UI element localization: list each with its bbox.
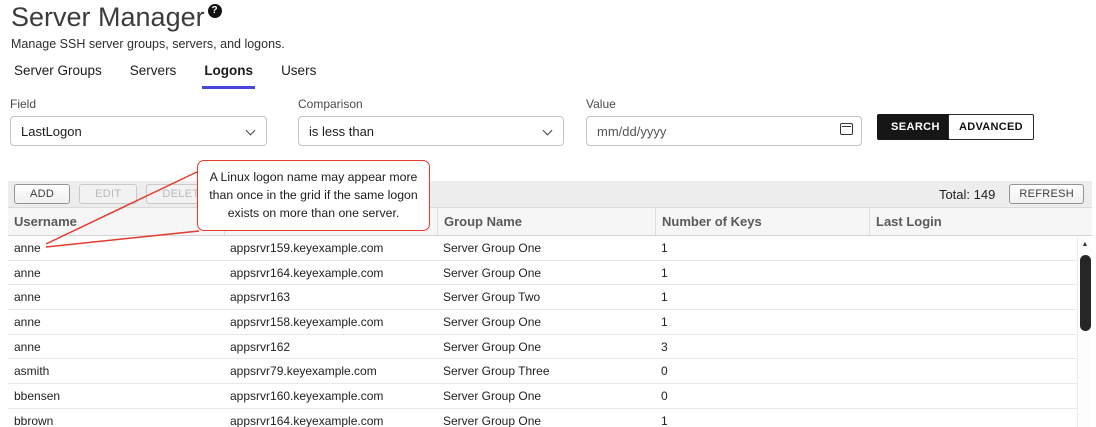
cell-server-name: appsrvr162 bbox=[224, 340, 437, 354]
advanced-button[interactable]: ADVANCED bbox=[948, 114, 1034, 140]
cell-number-of-keys: 1 bbox=[655, 266, 869, 280]
edit-button[interactable]: EDIT bbox=[79, 184, 137, 204]
calendar-icon[interactable] bbox=[840, 123, 853, 135]
comparison-label: Comparison bbox=[298, 97, 564, 111]
cell-group-name: Server Group One bbox=[437, 266, 655, 280]
value-label: Value bbox=[586, 97, 862, 111]
server-manager-page: Server Manager? Manage SSH server groups… bbox=[0, 0, 1096, 427]
table-row[interactable]: anne appsrvr158.keyexample.com Server Gr… bbox=[8, 310, 1092, 335]
table-row[interactable]: bbrown appsrvr164.keyexample.com Server … bbox=[8, 409, 1092, 427]
field-select[interactable]: LastLogon bbox=[10, 116, 267, 146]
annotation-callout-text: A Linux logon name may appear more than … bbox=[209, 170, 418, 220]
cell-username: anne bbox=[8, 290, 224, 304]
column-header-last-login[interactable]: Last Login bbox=[869, 208, 1092, 235]
column-header-group-name[interactable]: Group Name bbox=[437, 208, 655, 235]
cell-group-name: Server Group One bbox=[437, 340, 655, 354]
cell-username: anne bbox=[8, 241, 224, 255]
tab-logons[interactable]: Logons bbox=[202, 61, 255, 89]
cell-number-of-keys: 0 bbox=[655, 389, 869, 403]
column-header-username[interactable]: Username bbox=[8, 208, 224, 235]
cell-number-of-keys: 1 bbox=[655, 315, 869, 329]
cell-number-of-keys: 0 bbox=[655, 364, 869, 378]
scrollbar-thumb[interactable] bbox=[1080, 255, 1091, 331]
page-title-text: Server Manager bbox=[11, 2, 205, 32]
tab-users[interactable]: Users bbox=[279, 61, 318, 89]
cell-username: anne bbox=[8, 340, 224, 354]
cell-group-name: Server Group Two bbox=[437, 290, 655, 304]
tab-servers[interactable]: Servers bbox=[128, 61, 179, 89]
table-row[interactable]: anne appsrvr164.keyexample.com Server Gr… bbox=[8, 261, 1092, 286]
page-title: Server Manager? bbox=[11, 2, 285, 33]
cell-server-name: appsrvr158.keyexample.com bbox=[224, 315, 437, 329]
comparison-select-value: is less than bbox=[309, 124, 374, 139]
add-button[interactable]: ADD bbox=[14, 184, 70, 204]
table-row[interactable]: asmith appsrvr79.keyexample.com Server G… bbox=[8, 359, 1092, 384]
cell-server-name: appsrvr164.keyexample.com bbox=[224, 414, 437, 427]
value-filter-group: Value bbox=[586, 97, 862, 146]
cell-username: anne bbox=[8, 315, 224, 329]
cell-username: bbrown bbox=[8, 414, 224, 427]
table-header-row: Username Server Name Group Name Number o… bbox=[8, 207, 1092, 236]
cell-group-name: Server Group Three bbox=[437, 364, 655, 378]
tab-server-groups[interactable]: Server Groups bbox=[12, 61, 104, 89]
table-row[interactable]: anne appsrvr162 Server Group One 3 bbox=[8, 335, 1092, 360]
cell-group-name: Server Group One bbox=[437, 414, 655, 427]
vertical-scrollbar[interactable]: ▲ bbox=[1077, 237, 1092, 427]
cell-server-name: appsrvr159.keyexample.com bbox=[224, 241, 437, 255]
page-subtitle: Manage SSH server groups, servers, and l… bbox=[11, 37, 285, 51]
help-icon[interactable]: ? bbox=[208, 4, 222, 18]
cell-username: bbensen bbox=[8, 389, 224, 403]
total-count: Total: 149 bbox=[939, 187, 995, 202]
table-body: anne appsrvr159.keyexample.com Server Gr… bbox=[8, 236, 1092, 427]
tab-bar: Server Groups Servers Logons Users bbox=[12, 61, 318, 89]
table-row[interactable]: anne appsrvr159.keyexample.com Server Gr… bbox=[8, 236, 1092, 261]
cell-number-of-keys: 1 bbox=[655, 290, 869, 304]
table-row[interactable]: anne appsrvr163 Server Group Two 1 bbox=[8, 285, 1092, 310]
cell-server-name: appsrvr163 bbox=[224, 290, 437, 304]
grid-toolbar: ADD EDIT DELETE Total: 149 REFRESH bbox=[8, 181, 1092, 207]
chevron-down-icon bbox=[246, 126, 256, 136]
refresh-button[interactable]: REFRESH bbox=[1009, 184, 1084, 204]
chevron-down-icon bbox=[543, 126, 553, 136]
value-date-input[interactable] bbox=[586, 116, 862, 146]
cell-group-name: Server Group One bbox=[437, 389, 655, 403]
cell-number-of-keys: 3 bbox=[655, 340, 869, 354]
cell-server-name: appsrvr79.keyexample.com bbox=[224, 364, 437, 378]
annotation-callout: A Linux logon name may appear more than … bbox=[197, 160, 430, 231]
cell-group-name: Server Group One bbox=[437, 315, 655, 329]
comparison-select[interactable]: is less than bbox=[298, 116, 564, 146]
logons-grid: ADD EDIT DELETE Total: 149 REFRESH Usern… bbox=[8, 181, 1092, 427]
column-header-number-of-keys[interactable]: Number of Keys bbox=[655, 208, 869, 235]
cell-number-of-keys: 1 bbox=[655, 241, 869, 255]
comparison-filter-group: Comparison is less than bbox=[298, 97, 564, 146]
field-select-value: LastLogon bbox=[21, 124, 82, 139]
cell-number-of-keys: 1 bbox=[655, 414, 869, 427]
scroll-up-icon[interactable]: ▲ bbox=[1078, 237, 1092, 253]
table-row[interactable]: bbensen appsrvr160.keyexample.com Server… bbox=[8, 384, 1092, 409]
page-header: Server Manager? Manage SSH server groups… bbox=[11, 0, 285, 51]
field-label: Field bbox=[10, 97, 267, 111]
search-button[interactable]: SEARCH bbox=[877, 114, 954, 140]
field-filter-group: Field LastLogon bbox=[10, 97, 267, 146]
cell-username: asmith bbox=[8, 364, 224, 378]
cell-username: anne bbox=[8, 266, 224, 280]
cell-server-name: appsrvr160.keyexample.com bbox=[224, 389, 437, 403]
cell-server-name: appsrvr164.keyexample.com bbox=[224, 266, 437, 280]
cell-group-name: Server Group One bbox=[437, 241, 655, 255]
